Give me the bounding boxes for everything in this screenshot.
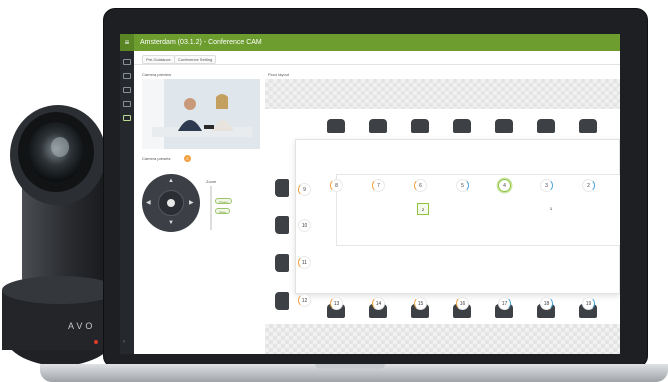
seat-14[interactable]: 14 [372,297,385,310]
app-screen: ≡ Amsterdam (03.1.2) - Conference CAM › … [120,34,620,354]
seat-19[interactable]: 19 [582,297,595,310]
conference-table: 2 1 [295,139,620,294]
save-button[interactable]: Save [215,208,230,214]
chair [453,119,471,133]
seat-5[interactable]: 5 [456,179,469,192]
seat-8[interactable]: 8 [330,179,343,192]
preset-value-badge[interactable]: 2 [184,155,191,162]
seat-11[interactable]: 11 [298,256,311,269]
nav-users-icon[interactable] [123,73,131,79]
preview-label: Camera preview [142,72,172,77]
zoom-label: Zoom [206,179,217,184]
seat-6[interactable]: 6 [414,179,427,192]
chair [369,119,387,133]
chair [411,119,429,133]
camera-1-marker[interactable]: 1 [545,203,557,215]
tab-conference-setting[interactable]: Conference Setting [174,55,217,64]
camera-2-marker[interactable]: 2 [417,203,429,215]
floor-pattern-bottom [265,324,620,354]
left-nav: › [120,51,134,354]
app-header: ≡ Amsterdam (03.1.2) - Conference CAM [120,34,620,51]
meeting-photo [142,79,260,149]
seat-10[interactable]: 10 [298,219,311,232]
preset-button[interactable]: Preset [215,198,232,204]
seat-9[interactable]: 9 [298,183,311,196]
seat-15[interactable]: 15 [414,297,427,310]
seat-18[interactable]: 18 [540,297,553,310]
brand-logo: AVO [68,321,96,331]
pan-left-icon[interactable]: ◀ [146,199,151,206]
nav-home-icon[interactable] [123,59,131,65]
ptz-joystick[interactable]: ▲ ▼ ◀ ▶ [142,174,200,232]
zoom-slider[interactable] [210,186,212,230]
floor-label: Floor layout [268,72,289,77]
nav-camera-icon[interactable] [123,115,131,121]
preset-label: Camera presets [142,156,171,161]
nav-calendar-icon[interactable] [123,101,131,107]
floor-pattern-top [265,79,620,109]
chair [275,179,289,197]
tilt-down-icon[interactable]: ▼ [168,220,174,226]
seat-16[interactable]: 16 [456,297,469,310]
seat-12[interactable]: 12 [298,294,311,307]
menu-icon[interactable]: ≡ [120,34,134,51]
seat-7[interactable]: 7 [372,179,385,192]
tilt-up-icon[interactable]: ▲ [168,178,174,184]
floor-plan: 2 1 8 7 6 5 4 3 2 9 10 11 12 13 14 15 16… [265,79,620,354]
chair [275,216,289,234]
camera-1-label: 1 [549,206,553,211]
chair [275,292,289,310]
product-scene: AVO ≡ Amsterdam (03.1.2) - Conference CA… [0,0,668,382]
seat-13[interactable]: 13 [330,297,343,310]
joystick-center[interactable] [167,199,175,207]
seat-2[interactable]: 2 [582,179,595,192]
chair [579,119,597,133]
camera-preview [142,79,260,149]
sub-toolbar: Pre-Guidance Conference Setting [134,51,620,65]
tab-pre-guidance[interactable]: Pre-Guidance [142,55,175,64]
chair [495,119,513,133]
nav-expand-icon[interactable]: › [123,339,131,345]
laptop-base [40,364,668,382]
chair [327,119,345,133]
nav-documents-icon[interactable] [123,87,131,93]
seat-4[interactable]: 4 [498,179,511,192]
seat-3[interactable]: 3 [540,179,553,192]
laptop-frame: ≡ Amsterdam (03.1.2) - Conference CAM › … [103,8,648,368]
pan-right-icon[interactable]: ▶ [189,199,194,206]
chair [537,119,555,133]
window-title: Amsterdam (03.1.2) - Conference CAM [140,39,262,46]
camera-2-label: 2 [421,207,425,212]
seat-17[interactable]: 17 [498,297,511,310]
chair [275,254,289,272]
